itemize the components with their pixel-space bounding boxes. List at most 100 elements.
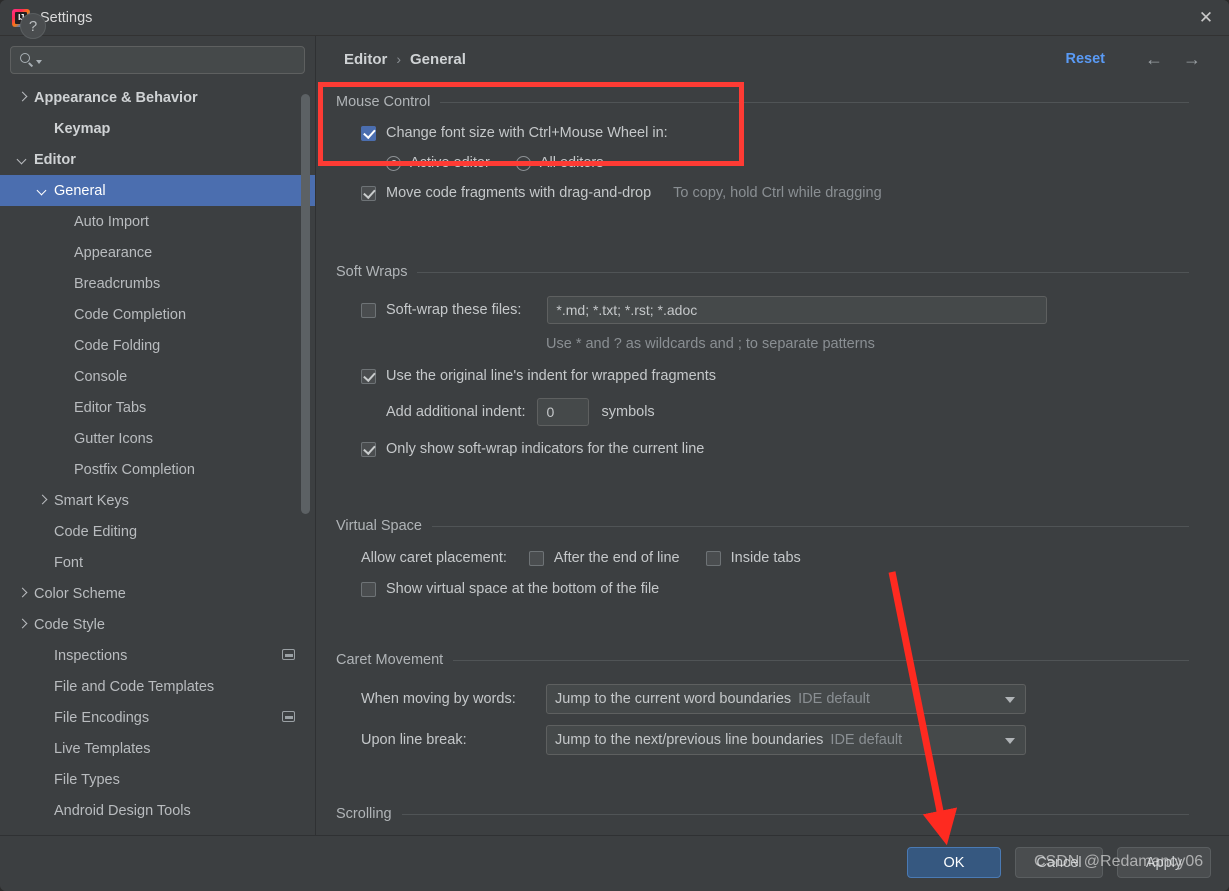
radio-active-editor[interactable]	[386, 156, 401, 171]
chevron-down-icon	[1005, 738, 1015, 744]
window-titlebar: IJ Settings ✕	[0, 0, 1229, 36]
sidebar-item-keymap[interactable]: Keymap	[0, 113, 315, 144]
section-rule	[417, 272, 1189, 273]
wildcard-hint: Use * and ? as wildcards and ; to separa…	[546, 336, 1229, 352]
chevron-right-icon[interactable]	[16, 587, 30, 601]
chevron-down-icon	[1005, 697, 1015, 703]
window-title: Settings	[40, 10, 92, 26]
tree-spacer	[56, 308, 70, 322]
show-virtual-space-checkbox[interactable]	[361, 582, 376, 597]
sidebar-item-postfix-completion[interactable]: Postfix Completion	[0, 454, 315, 485]
breadcrumb-item-general[interactable]: General	[410, 51, 466, 68]
close-icon[interactable]: ✕	[1183, 0, 1229, 35]
tree-spacer	[56, 277, 70, 291]
sidebar-item-appearance-behavior[interactable]: Appearance & Behavior	[0, 82, 315, 113]
sidebar-item-general[interactable]: General	[0, 175, 315, 206]
row-show-virtual-space[interactable]: Show virtual space at the bottom of the …	[361, 581, 1229, 597]
tree-spacer	[56, 370, 70, 384]
ok-button[interactable]: OK	[907, 847, 1001, 878]
section-title-scrolling: Scrolling	[336, 806, 1229, 822]
inside-tabs-checkbox[interactable]	[706, 551, 721, 566]
moving-by-words-suffix: IDE default	[798, 691, 870, 707]
tree-spacer	[36, 804, 50, 818]
sidebar-item-label: Postfix Completion	[70, 462, 195, 478]
upon-line-break-suffix: IDE default	[830, 732, 902, 748]
apply-button[interactable]: Apply	[1117, 847, 1211, 878]
soft-wrap-files-checkbox[interactable]	[361, 303, 376, 318]
soft-wrap-files-input[interactable]	[547, 296, 1047, 324]
section-scrolling: Scrolling	[316, 806, 1229, 822]
reset-link[interactable]: Reset	[1066, 51, 1106, 67]
row-drag-and-drop[interactable]: Move code fragments with drag-and-drop T…	[361, 185, 1229, 201]
breadcrumb-item-editor[interactable]: Editor	[344, 51, 387, 68]
sidebar-item-color-scheme[interactable]: Color Scheme	[0, 578, 315, 609]
tree-spacer	[36, 122, 50, 136]
cancel-button[interactable]: Cancel	[1015, 847, 1103, 878]
sidebar-item-code-editing[interactable]: Code Editing	[0, 516, 315, 547]
sidebar-item-file-and-code-templates[interactable]: File and Code Templates	[0, 671, 315, 702]
moving-by-words-dropdown[interactable]: Jump to the current word boundaries IDE …	[546, 684, 1026, 714]
sidebar-item-code-style[interactable]: Code Style	[0, 609, 315, 640]
sidebar-item-gutter-icons[interactable]: Gutter Icons	[0, 423, 315, 454]
sidebar-item-label: Auto Import	[70, 214, 149, 230]
row-soft-wrap-files: Soft-wrap these files:	[361, 296, 1229, 324]
sidebar-item-auto-import[interactable]: Auto Import	[0, 206, 315, 237]
arrow-left-icon[interactable]: ←	[1141, 50, 1167, 70]
moving-by-words-value: Jump to the current word boundaries	[555, 691, 791, 707]
sidebar-scrollbar[interactable]	[301, 94, 310, 514]
soft-wrap-files-label: Soft-wrap these files:	[386, 302, 521, 318]
arrow-right-icon[interactable]: →	[1179, 50, 1205, 70]
tree-spacer	[36, 711, 50, 725]
after-end-of-line-checkbox[interactable]	[529, 551, 544, 566]
tree-spacer	[56, 246, 70, 260]
sidebar-item-editor[interactable]: Editor	[0, 144, 315, 175]
settings-scope-icon	[282, 711, 295, 722]
sidebar-item-code-completion[interactable]: Code Completion	[0, 299, 315, 330]
sidebar-item-live-templates[interactable]: Live Templates	[0, 733, 315, 764]
sidebar-item-font[interactable]: Font	[0, 547, 315, 578]
drag-and-drop-checkbox[interactable]	[361, 186, 376, 201]
sidebar-item-code-folding[interactable]: Code Folding	[0, 330, 315, 361]
sidebar-item-smart-keys[interactable]: Smart Keys	[0, 485, 315, 516]
search-input[interactable]	[42, 53, 296, 68]
sidebar-item-label: General	[50, 183, 106, 199]
section-caret-movement: Caret Movement When moving by words: Jum…	[316, 652, 1229, 755]
tree-spacer	[56, 339, 70, 353]
radio-all-editors[interactable]	[516, 156, 531, 171]
row-change-font-size[interactable]: Change font size with Ctrl+Mouse Wheel i…	[361, 125, 1229, 141]
sidebar-item-appearance[interactable]: Appearance	[0, 237, 315, 268]
settings-scope-icon	[282, 649, 295, 660]
sidebar-item-label: Code Completion	[70, 307, 186, 323]
sidebar-item-file-types[interactable]: File Types	[0, 764, 315, 795]
upon-line-break-dropdown[interactable]: Jump to the next/previous line boundarie…	[546, 725, 1026, 755]
sidebar-item-editor-tabs[interactable]: Editor Tabs	[0, 392, 315, 423]
change-font-size-checkbox[interactable]	[361, 126, 376, 141]
sidebar-item-label: Code Editing	[50, 524, 137, 540]
sidebar-item-label: Keymap	[50, 121, 110, 137]
additional-indent-input[interactable]	[537, 398, 589, 426]
row-original-indent[interactable]: Use the original line's indent for wrapp…	[361, 368, 1229, 384]
row-soft-wrap-indicators[interactable]: Only show soft-wrap indicators for the c…	[361, 441, 1229, 457]
original-indent-checkbox[interactable]	[361, 369, 376, 384]
sidebar-item-android-design-tools[interactable]: Android Design Tools	[0, 795, 315, 826]
chevron-down-icon[interactable]	[16, 153, 30, 167]
chevron-down-icon[interactable]	[36, 184, 50, 198]
sidebar-item-label: File Types	[50, 772, 120, 788]
sidebar-item-label: Console	[70, 369, 127, 385]
sidebar-item-console[interactable]: Console	[0, 361, 315, 392]
section-title-mouse-control: Mouse Control	[336, 94, 1229, 110]
sidebar-item-label: Editor	[30, 152, 76, 168]
soft-wrap-indicators-checkbox[interactable]	[361, 442, 376, 457]
help-question-icon[interactable]: ?	[20, 13, 46, 39]
sidebar-item-file-encodings[interactable]: File Encodings	[0, 702, 315, 733]
chevron-right-icon[interactable]	[16, 618, 30, 632]
search-box[interactable]	[10, 46, 305, 74]
soft-wrap-indicators-label: Only show soft-wrap indicators for the c…	[386, 441, 704, 457]
settings-content: Editor › General Reset ← → Mouse Control…	[316, 36, 1229, 835]
sidebar-item-breadcrumbs[interactable]: Breadcrumbs	[0, 268, 315, 299]
original-indent-label: Use the original line's indent for wrapp…	[386, 368, 716, 384]
chevron-right-icon[interactable]	[16, 91, 30, 105]
sidebar-item-inspections[interactable]: Inspections	[0, 640, 315, 671]
chevron-right-icon[interactable]	[36, 494, 50, 508]
settings-sidebar: Appearance & Behavior Keymap Editor General…	[0, 36, 315, 835]
